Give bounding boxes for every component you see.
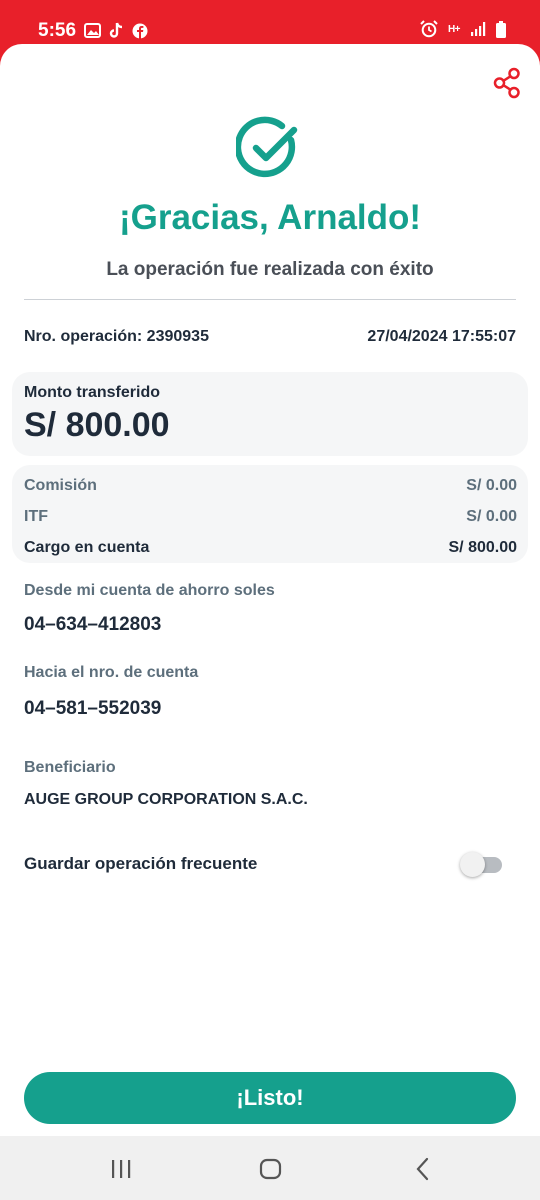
- fee-value: S/ 0.00: [466, 477, 517, 494]
- divider: [24, 299, 516, 300]
- home-button[interactable]: [258, 1156, 284, 1182]
- amount-card: Monto transferido S/ 800.00: [12, 372, 528, 456]
- recent-apps-button[interactable]: [108, 1156, 134, 1182]
- fee-row-commission: Comisión S/ 0.00: [24, 477, 517, 495]
- fee-row-account-charge: Cargo en cuenta S/ 800.00: [24, 539, 517, 557]
- system-nav-bar: [0, 1136, 540, 1200]
- operation-info: Nro. operación: 2390935 27/04/2024 17:55…: [24, 328, 516, 346]
- amount-value: S/ 800.00: [24, 406, 170, 444]
- system-icons: H+: [420, 20, 506, 38]
- save-frequent-operation: Guardar operación frecuente: [24, 850, 502, 878]
- success-message: La operación fue realizada con éxito: [106, 259, 434, 280]
- from-account-value: 04–634–412803: [24, 614, 162, 635]
- status-time: 5:56: [38, 20, 77, 41]
- to-account-value: 04–581–552039: [24, 698, 162, 719]
- recent-apps-icon: [112, 1160, 131, 1178]
- save-frequent-toggle[interactable]: [460, 851, 502, 877]
- network-hplus-icon: H+: [447, 23, 461, 35]
- from-account-label: Desde mi cuenta de ahorro soles: [24, 582, 275, 599]
- home-icon: [259, 1158, 282, 1180]
- toggle-knob: [460, 852, 485, 877]
- fee-label: Comisión: [24, 477, 97, 494]
- fee-value: S/ 0.00: [466, 508, 517, 525]
- done-button[interactable]: ¡Listo!: [24, 1072, 516, 1124]
- back-button[interactable]: [410, 1156, 436, 1182]
- gallery-icon: [84, 23, 101, 38]
- battery-icon: [496, 20, 506, 38]
- notification-icons: [84, 22, 148, 39]
- fee-label: ITF: [24, 508, 48, 525]
- save-frequent-label: Guardar operación frecuente: [24, 854, 258, 873]
- share-button[interactable]: [492, 66, 522, 100]
- amount-label: Monto transferido: [24, 384, 160, 401]
- fees-card: Comisión S/ 0.00 ITF S/ 0.00 Cargo en cu…: [12, 465, 528, 563]
- beneficiary-value: AUGE GROUP CORPORATION S.A.C.: [24, 791, 308, 808]
- back-icon: [416, 1157, 429, 1181]
- thank-you-title: ¡Gracias, Arnaldo!: [118, 198, 422, 237]
- operation-number: Nro. operación: 2390935: [24, 328, 209, 345]
- fee-value: S/ 800.00: [448, 539, 518, 556]
- fee-row-itf: ITF S/ 0.00: [24, 508, 517, 526]
- transfer-receipt: ¡Gracias, Arnaldo! La operación fue real…: [0, 44, 540, 1200]
- fee-label: Cargo en cuenta: [24, 539, 150, 556]
- signal-icon: [471, 22, 486, 36]
- operation-datetime: 27/04/2024 17:55:07: [367, 328, 516, 345]
- facebook-icon: [132, 23, 148, 39]
- tiktok-icon: [109, 22, 123, 38]
- to-account-label: Hacia el nro. de cuenta: [24, 664, 199, 681]
- alarm-icon: [420, 20, 438, 38]
- share-icon: [493, 67, 520, 99]
- beneficiary-label: Beneficiario: [24, 759, 116, 776]
- check-circle-icon: [236, 116, 298, 178]
